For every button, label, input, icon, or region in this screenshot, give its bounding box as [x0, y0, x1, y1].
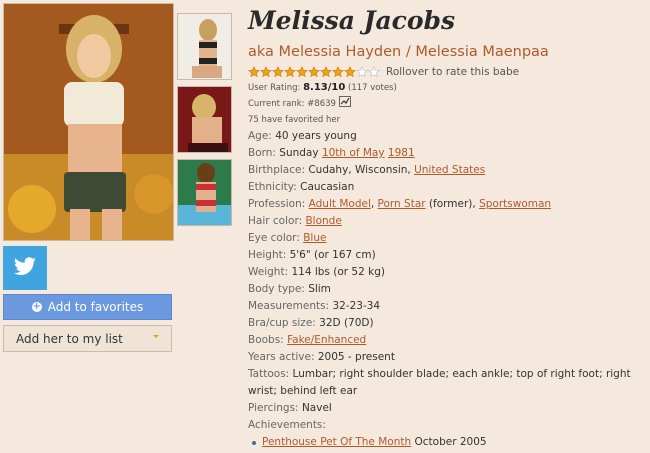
bra-size-row: Bra/cup size: 32D (70D): [248, 315, 648, 332]
age-row: Age: 40 years young: [248, 128, 648, 145]
rate-hint: Rollover to rate this babe: [386, 66, 520, 78]
height-value: 5'6" (or 167 cm): [289, 249, 376, 261]
current-rank: Current rank: #8639: [248, 96, 648, 113]
eye-label: Eye color:: [248, 232, 300, 244]
star-filled-icon[interactable]: [320, 66, 332, 78]
chart-icon[interactable]: [338, 96, 351, 113]
body-type-value: Slim: [308, 283, 331, 295]
birthplace-row: Birthplace: Cudahy, Wisconsin, United St…: [248, 162, 648, 179]
bra-size-value: 32D (70D): [319, 317, 374, 329]
years-active-row: Years active: 2005 - present: [248, 349, 648, 366]
tattoos-row: Tattoos: Lumbar; right shoulder blade; e…: [248, 366, 648, 400]
profession-separator: ,: [370, 198, 375, 210]
star-filled-icon[interactable]: [344, 66, 356, 78]
born-weekday: Sunday: [279, 147, 319, 159]
weight-label: Weight:: [248, 266, 289, 278]
years-active-value: 2005 - present: [317, 351, 395, 363]
profession-row: Profession: Adult Model, Porn Star (form…: [248, 196, 648, 213]
achievement-date: October 2005: [414, 436, 487, 448]
star-filled-icon[interactable]: [272, 66, 284, 78]
profession-link-porn-star[interactable]: Porn Star: [378, 198, 426, 210]
user-rating-value: 8.13/10: [303, 82, 346, 93]
profession-note: (former),: [428, 198, 476, 210]
thumbnail-1[interactable]: [177, 13, 232, 80]
main-photo[interactable]: [3, 3, 174, 241]
star-filled-icon[interactable]: [248, 66, 260, 78]
star-filled-icon[interactable]: [332, 66, 344, 78]
eye-link[interactable]: Blue: [303, 232, 326, 244]
tattoos-value: Lumbar; right shoulder blade; each ankle…: [248, 368, 631, 397]
user-rating: User Rating: 8.13/10 (117 votes): [248, 80, 648, 96]
star-rating[interactable]: Rollover to rate this babe: [248, 64, 648, 80]
plus-circle-icon: +: [31, 301, 42, 312]
user-rating-votes: (117 votes): [348, 83, 397, 93]
age-value: 40 years young: [275, 130, 357, 142]
star-rating-stars[interactable]: [248, 66, 380, 78]
twitter-share-button[interactable]: [3, 246, 47, 290]
measurements-label: Measurements:: [248, 300, 330, 312]
aka-names: aka Melessia Hayden / Melessia Maenpaa: [248, 44, 549, 60]
ethnicity-label: Ethnicity:: [248, 181, 297, 193]
twitter-bird-icon: [13, 256, 37, 280]
profession-label: Profession:: [248, 198, 306, 210]
birthplace-label: Birthplace:: [248, 164, 305, 176]
add-to-list-dropdown[interactable]: Add her to my list: [3, 325, 172, 352]
star-filled-icon[interactable]: [284, 66, 296, 78]
body-type-row: Body type: Slim: [248, 281, 648, 298]
born-row: Born: Sunday 10th of May 1981: [248, 145, 648, 162]
boobs-row: Boobs: Fake/Enhanced: [248, 332, 648, 349]
birthplace-country-link[interactable]: United States: [414, 164, 485, 176]
years-active-label: Years active:: [248, 351, 315, 363]
profile-info: Melissa Jacobs aka Melessia Hayden / Mel…: [248, 4, 648, 451]
current-rank-text: Current rank: #8639: [248, 99, 336, 109]
achievement-link[interactable]: Penthouse Pet Of The Month: [262, 436, 411, 448]
page-title: Melissa Jacobs: [248, 6, 456, 35]
profession-link-sportswoman[interactable]: Sportswoman: [479, 198, 551, 210]
star-empty-icon[interactable]: [356, 66, 368, 78]
piercings-label: Piercings:: [248, 402, 299, 414]
weight-value: 114 lbs (or 52 kg): [291, 266, 385, 278]
favorited-count: 75 have favorited her: [248, 115, 341, 125]
caret-down-icon: [153, 335, 159, 338]
user-rating-label: User Rating:: [248, 83, 301, 93]
height-row: Height: 5'6" (or 167 cm): [248, 247, 648, 264]
hair-row: Hair color: Blonde: [248, 213, 648, 230]
weight-row: Weight: 114 lbs (or 52 kg): [248, 264, 648, 281]
star-empty-icon[interactable]: [368, 66, 380, 78]
thumbnail-3[interactable]: [177, 159, 232, 226]
tattoos-label: Tattoos:: [248, 368, 290, 380]
ethnicity-value: Caucasian: [300, 181, 355, 193]
star-filled-icon[interactable]: [296, 66, 308, 78]
born-year-link[interactable]: 1981: [388, 147, 415, 159]
add-to-favorites-button[interactable]: + Add to favorites: [3, 294, 172, 320]
ethnicity-row: Ethnicity: Caucasian: [248, 179, 648, 196]
bra-size-label: Bra/cup size:: [248, 317, 316, 329]
eye-row: Eye color: Blue: [248, 230, 648, 247]
list-item: Penthouse Pet Of The Month October 2005: [252, 434, 648, 451]
piercings-row: Piercings: Navel: [248, 400, 648, 417]
born-label: Born:: [248, 147, 276, 159]
measurements-value: 32-23-34: [332, 300, 381, 312]
profession-link-adult-model[interactable]: Adult Model: [309, 198, 371, 210]
birthplace-value: Cudahy, Wisconsin,: [308, 164, 411, 176]
star-filled-icon[interactable]: [260, 66, 272, 78]
height-label: Height:: [248, 249, 287, 261]
piercings-value: Navel: [301, 402, 332, 414]
boobs-label: Boobs:: [248, 334, 284, 346]
achievements-row: Achievements:: [248, 417, 648, 434]
age-label: Age:: [248, 130, 272, 142]
measurements-row: Measurements: 32-23-34: [248, 298, 648, 315]
achievements-label: Achievements:: [248, 419, 326, 431]
thumbnail-2[interactable]: [177, 86, 232, 153]
boobs-link[interactable]: Fake/Enhanced: [287, 334, 366, 346]
body-type-label: Body type:: [248, 283, 305, 295]
hair-label: Hair color:: [248, 215, 303, 227]
born-date-link[interactable]: 10th of May: [322, 147, 385, 159]
achievements-list: Penthouse Pet Of The Month October 2005: [248, 434, 648, 451]
star-filled-icon[interactable]: [308, 66, 320, 78]
hair-link[interactable]: Blonde: [305, 215, 341, 227]
add-to-favorites-label: Add to favorites: [47, 300, 144, 314]
add-to-list-label: Add her to my list: [16, 331, 123, 346]
